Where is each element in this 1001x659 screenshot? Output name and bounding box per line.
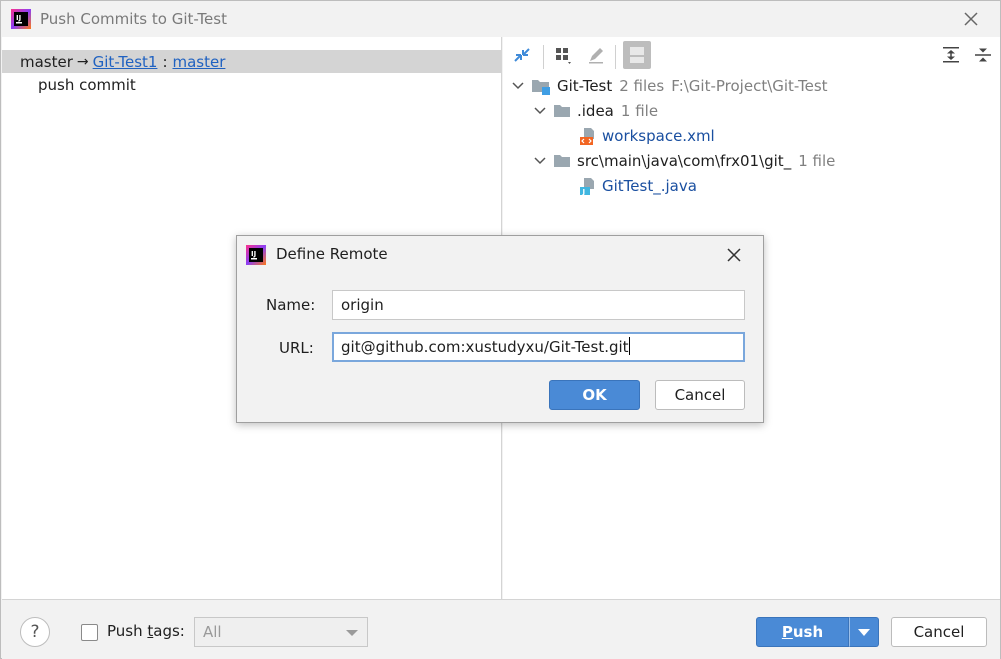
tree-file-row[interactable]: workspace.xml — [579, 125, 715, 147]
close-icon[interactable] — [725, 246, 743, 264]
remote-branch-link[interactable]: master — [173, 53, 226, 71]
close-icon[interactable] — [962, 10, 980, 28]
folder-icon — [554, 105, 570, 117]
push-button[interactable]: Push — [756, 617, 849, 647]
local-branch: master — [20, 52, 73, 71]
expand-collapse-arrows-icon[interactable] — [511, 44, 533, 66]
name-label: Name: — [266, 296, 316, 314]
tree-folder-row[interactable]: .idea 1 file — [533, 100, 658, 122]
define-remote-dialog: IJ Define Remote Name: origin URL: git@g… — [236, 235, 764, 423]
root-file-count: 2 files — [619, 77, 665, 95]
cancel-button[interactable]: Cancel — [891, 617, 987, 647]
folder-name: .idea — [577, 102, 614, 120]
push-arrow: → — [76, 53, 89, 70]
module-folder-icon — [532, 80, 550, 95]
file-name: GitTest_.java — [602, 177, 697, 195]
chevron-down-icon[interactable] — [533, 104, 547, 118]
chevron-down-icon — [858, 629, 870, 636]
title-bar: IJ Push Commits to Git-Test — [1, 1, 1000, 37]
toolbar-divider — [543, 45, 544, 69]
svg-text:IJ: IJ — [251, 250, 256, 258]
edit-pencil-icon[interactable] — [585, 44, 607, 66]
dialog-cancel-button[interactable]: Cancel — [655, 380, 745, 410]
folder-file-count: 1 file — [620, 102, 659, 120]
name-input[interactable]: origin — [332, 290, 745, 320]
preview-diff-icon[interactable] — [623, 41, 651, 69]
url-label: URL: — [279, 339, 314, 357]
toolbar-divider — [615, 45, 616, 69]
tags-select-value: All — [203, 623, 222, 641]
dialog-title: Define Remote — [276, 245, 388, 263]
branch-mapping-row[interactable]: master → Git-Test1 : master — [2, 50, 502, 73]
window-title: Push Commits to Git-Test — [40, 10, 227, 28]
commit-item[interactable]: push commit — [38, 76, 136, 94]
root-path: F:\Git-Project\Git-Test — [671, 77, 828, 95]
branch-separator: : — [162, 52, 168, 71]
group-by-icon[interactable] — [553, 45, 575, 67]
folder-name: src\main\java\com\frx01\git_ — [577, 152, 792, 170]
url-input[interactable]: git@github.com:xustudyxu/Git-Test.git — [332, 332, 745, 362]
push-options-dropdown[interactable] — [849, 617, 879, 647]
help-button[interactable]: ? — [20, 617, 50, 647]
tags-select[interactable]: All — [194, 617, 368, 647]
bottom-bar: ? Push tags: All Push Cancel — [2, 599, 1000, 659]
chevron-down-icon[interactable] — [511, 79, 525, 93]
remote-link[interactable]: Git-Test1 — [93, 53, 158, 71]
svg-text:J: J — [582, 188, 586, 195]
tree-folder-row[interactable]: src\main\java\com\frx01\git_ 1 file — [533, 150, 835, 172]
tree-root-row[interactable]: Git-Test 2 files F:\Git-Project\Git-Test — [511, 75, 828, 97]
svg-text:IJ: IJ — [16, 14, 21, 22]
folder-icon — [554, 155, 570, 167]
push-tags-checkbox[interactable] — [81, 624, 98, 641]
expand-all-icon[interactable] — [940, 44, 962, 66]
chevron-down-icon[interactable] — [533, 154, 547, 168]
java-file-icon: J — [580, 178, 594, 195]
xml-file-icon — [580, 128, 594, 145]
root-name: Git-Test — [557, 77, 613, 95]
push-tags-label: Push tags: — [107, 622, 185, 640]
ok-button[interactable]: OK — [549, 380, 640, 410]
chevron-down-icon — [346, 630, 358, 636]
intellij-logo-icon: IJ — [11, 9, 31, 29]
file-name: workspace.xml — [602, 127, 715, 145]
folder-file-count: 1 file — [798, 152, 836, 170]
text-cursor — [628, 337, 630, 355]
tree-file-row[interactable]: J GitTest_.java — [579, 175, 697, 197]
collapse-all-icon[interactable] — [972, 44, 994, 66]
intellij-logo-icon: IJ — [246, 245, 266, 265]
